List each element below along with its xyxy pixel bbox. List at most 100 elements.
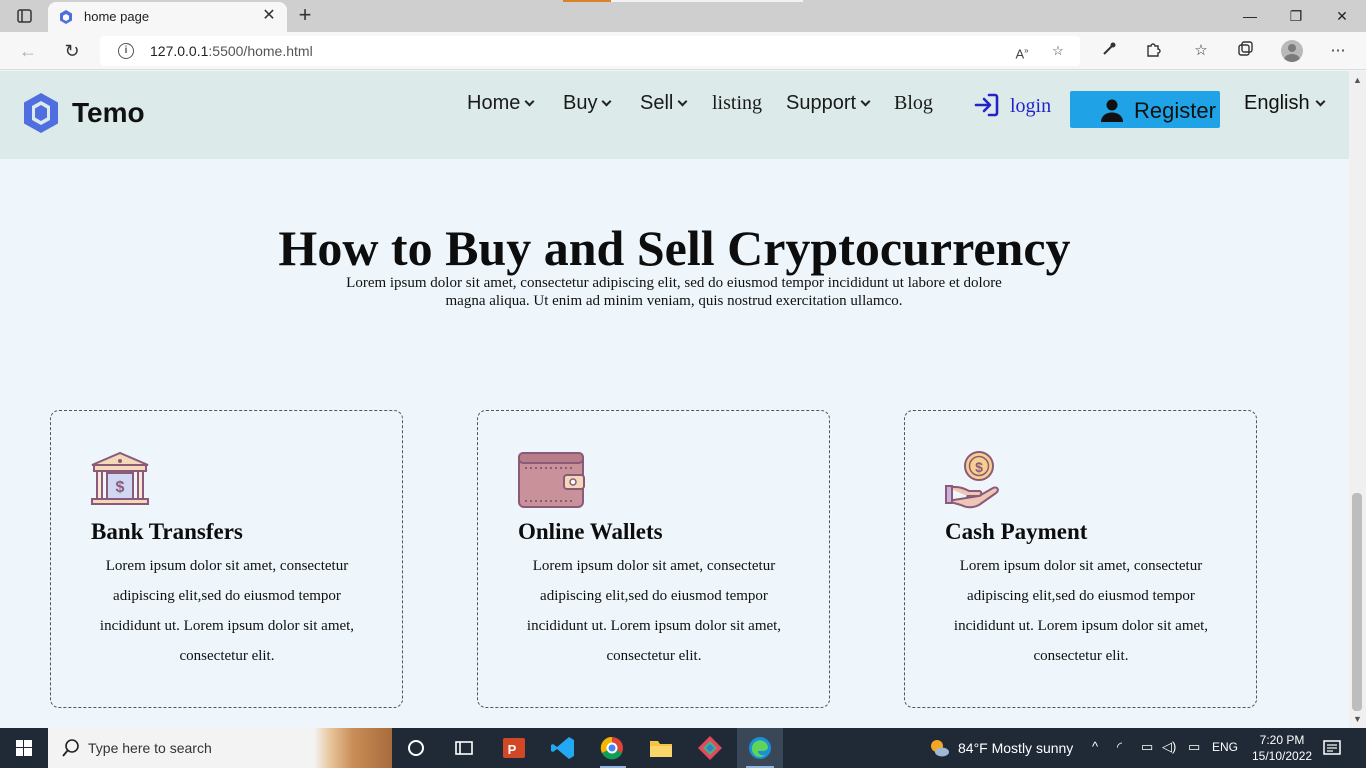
chevron-down-icon [524,96,535,107]
payment-card-bank: $ Bank Transfers Lorem ipsum dolor sit a… [50,410,403,708]
read-aloud-icon[interactable]: A» [1012,42,1032,61]
partly-sunny-icon[interactable] [928,738,950,758]
nav-home-label: Home [467,92,521,114]
search-placeholder: Type here to search [88,740,212,756]
notification-center-icon[interactable] [1322,738,1342,758]
svg-text:P: P [508,742,517,757]
clock-date: 15/10/2022 [1252,749,1313,763]
scroll-down-icon[interactable]: ▼ [1353,714,1362,724]
volume-icon[interactable]: ◁) [1162,739,1176,755]
url-bar[interactable]: i 127.0.0.1:5500/home.html A» ☆ [100,36,1080,66]
page-scrollbar[interactable]: ▲ ▼ [1349,71,1366,728]
tab-actions-icon [17,9,32,23]
nav-support[interactable]: Support [786,92,871,115]
input-language[interactable]: ENG [1212,740,1238,754]
tab-actions-button[interactable] [10,6,38,26]
card-text: Lorem ipsum dolor sit amet, consectetur … [99,558,355,664]
taskbar: Type here to search P 84°F Mostly sunny … [0,728,1366,768]
tab-strip-highlight [611,0,803,2]
logo-hexagon-icon[interactable] [22,91,60,135]
tab-strip-accent [563,0,611,2]
eyedropper-icon[interactable] [1097,40,1121,62]
bank-icon: $ [91,451,149,505]
vscode-icon[interactable] [549,734,577,762]
nav-sell-label: Sell [640,92,674,114]
network-icon[interactable]: ▭ [1141,739,1153,755]
search-icon [62,739,79,757]
wallet-icon [518,452,585,508]
minimize-button[interactable]: — [1228,4,1272,28]
task-view-icon[interactable] [402,734,430,762]
restore-button[interactable]: ❐ [1274,4,1318,28]
new-tab-button[interactable]: + [292,4,318,28]
taskbar-search[interactable]: Type here to search [48,728,392,768]
collections-icon[interactable] [1233,40,1257,62]
page-title: How to Buy and Sell Cryptocurrency [278,220,1071,276]
profile-avatar[interactable] [1281,40,1303,62]
address-toolbar: ← ↻ i 127.0.0.1:5500/home.html A» ☆ ☆ ⋯ [0,32,1366,70]
chevron-down-icon [677,96,688,107]
windows-logo-icon [16,740,32,756]
favorite-star-icon[interactable]: ☆ [1048,42,1068,60]
start-button[interactable] [0,728,48,768]
nav-sell[interactable]: Sell [640,92,688,115]
nav-home[interactable]: Home [467,92,535,115]
logo-text[interactable]: Temo [72,97,145,129]
git-tool-icon[interactable] [696,734,724,762]
wifi-icon[interactable]: ◜ [1117,739,1122,755]
clock-time: 7:20 PM [1259,733,1305,747]
register-button[interactable]: Register [1070,91,1220,128]
svg-text:$: $ [116,479,125,496]
cash-payment-icon: $ [945,451,999,509]
close-window-button[interactable]: ✕ [1320,4,1364,28]
nav-listing[interactable]: listing [712,92,762,115]
browser-tab-bar: home page ✕ + — ❐ ✕ [0,0,1366,32]
payment-card-wallet: Online Wallets Lorem ipsum dolor sit ame… [477,410,830,708]
scroll-up-icon[interactable]: ▲ [1353,75,1362,85]
chrome-icon[interactable] [598,734,626,762]
language-label: English [1244,92,1310,114]
search-highlight-image[interactable] [314,728,392,768]
nav-buy-label: Buy [563,92,598,114]
sign-in-icon [974,93,999,117]
battery-icon[interactable]: ▭ [1188,739,1200,755]
file-explorer-icon[interactable] [647,734,675,762]
language-selector[interactable]: English [1244,92,1326,115]
chevron-down-icon [1315,96,1326,107]
card-title: Online Wallets [518,519,663,544]
more-menu-icon[interactable]: ⋯ [1326,40,1350,62]
card-text: Lorem ipsum dolor sit amet, consectetur … [526,558,782,664]
chevron-down-icon [860,96,871,107]
card-title: Bank Transfers [91,519,243,544]
system-clock[interactable]: 7:20 PM 15/10/2022 [1252,732,1312,764]
nav-buy[interactable]: Buy [563,92,612,115]
payment-card-cash: $ Cash Payment Lorem ipsum dolor sit ame… [904,410,1257,708]
powerpoint-icon[interactable]: P [500,734,528,762]
edge-browser-icon[interactable] [746,734,774,762]
browser-tab[interactable]: home page ✕ [48,2,287,32]
site-info-icon[interactable]: i [118,43,134,59]
nav-support-label: Support [786,92,857,114]
back-button[interactable]: ← [16,40,40,62]
user-icon [1101,99,1123,122]
card-title: Cash Payment [945,519,1088,544]
site-header: Temo Home Buy Sell listing Support Blog … [0,71,1349,159]
scroll-thumb[interactable] [1352,493,1362,711]
widgets-icon[interactable] [450,734,478,762]
favorites-icon[interactable]: ☆ [1189,40,1213,62]
tab-close-icon[interactable]: ✕ [259,6,279,26]
card-text: Lorem ipsum dolor sit amet, consectetur … [953,558,1209,664]
show-hidden-icons-icon[interactable]: ^ [1092,739,1098,754]
svg-text:$: $ [975,459,983,475]
url-host: 127.0.0.1 [150,43,209,59]
url-text: 127.0.0.1:5500/home.html [150,43,313,59]
page-viewport: Temo Home Buy Sell listing Support Blog … [0,71,1349,728]
refresh-button[interactable]: ↻ [60,40,84,62]
nav-blog[interactable]: Blog [894,92,933,115]
weather-text[interactable]: 84°F Mostly sunny [958,740,1073,756]
register-label: Register [1134,98,1216,123]
hexagon-favicon-icon [60,10,72,24]
url-path: :5500/home.html [208,43,313,59]
extensions-icon[interactable] [1141,40,1165,62]
tab-title: home page [84,9,150,24]
